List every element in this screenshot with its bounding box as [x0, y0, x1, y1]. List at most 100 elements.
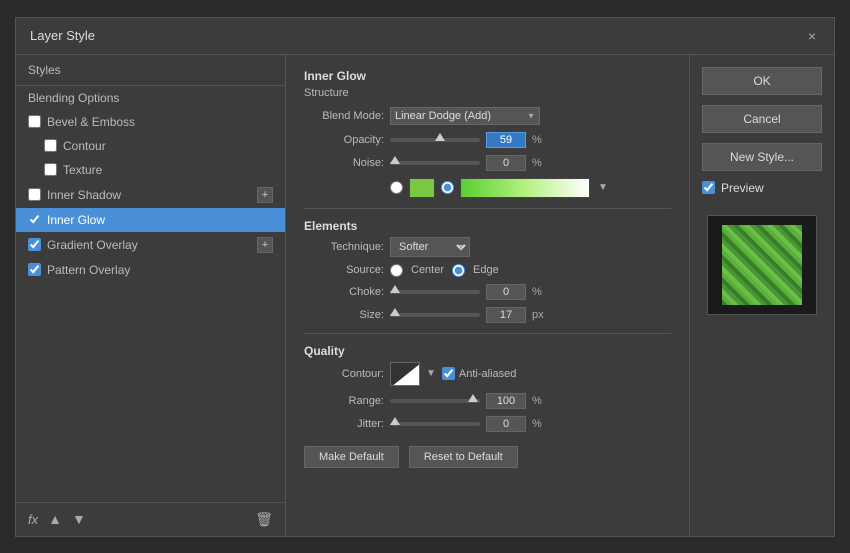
size-label: Size:: [304, 309, 384, 321]
layer-style-list: Blending Options Bevel & Emboss Contour: [16, 86, 285, 502]
noise-slider-track[interactable]: [390, 161, 480, 165]
color-radio[interactable]: [390, 181, 403, 194]
pattern-overlay-label: Pattern Overlay: [47, 263, 130, 277]
left-panel: Styles Blending Options Bevel & Emboss: [16, 55, 286, 536]
jitter-slider-thumb[interactable]: [390, 417, 400, 425]
choke-slider-thumb[interactable]: [390, 285, 400, 293]
inner-glow-checkbox[interactable]: [28, 213, 41, 226]
color-row: ▼: [304, 178, 671, 198]
blend-mode-select[interactable]: Linear Dodge (Add) Normal Multiply Scree…: [390, 107, 540, 125]
section-quality: Quality Contour: ▼ Anti-aliased: [304, 344, 671, 432]
noise-slider-thumb[interactable]: [390, 156, 400, 164]
range-slider-thumb[interactable]: [468, 394, 478, 402]
opacity-unit: %: [532, 134, 552, 146]
choke-input[interactable]: [486, 284, 526, 300]
middle-panel: Inner Glow Structure Blend Mode: Linear …: [286, 55, 689, 536]
anti-aliased-label: Anti-aliased: [442, 367, 516, 380]
section-elements: Elements Technique: Softer Precise Sourc…: [304, 219, 671, 323]
reset-default-button[interactable]: Reset to Default: [409, 446, 518, 468]
gradient-overlay-row: Gradient Overlay: [28, 238, 138, 252]
sidebar-item-inner-shadow[interactable]: Inner Shadow +: [16, 182, 285, 208]
move-up-icon[interactable]: ▲: [48, 511, 62, 527]
preview-checkbox[interactable]: [702, 181, 715, 194]
preview-box: [707, 215, 817, 315]
gradient-swatch[interactable]: [460, 178, 590, 198]
left-panel-footer: fx ▲ ▼ 🗑: [16, 502, 285, 536]
cancel-button[interactable]: Cancel: [702, 105, 822, 133]
range-slider-track[interactable]: [390, 399, 480, 403]
gradient-overlay-add-button[interactable]: +: [257, 237, 273, 253]
gradient-overlay-checkbox[interactable]: [28, 238, 41, 251]
opacity-slider-thumb[interactable]: [435, 133, 445, 141]
range-unit: %: [532, 395, 552, 407]
title-bar: Layer Style ×: [16, 18, 834, 55]
sidebar-item-texture[interactable]: Texture: [16, 158, 285, 182]
inner-glow-row: Inner Glow: [28, 213, 105, 227]
inner-shadow-checkbox[interactable]: [28, 188, 41, 201]
technique-row: Technique: Softer Precise: [304, 237, 671, 257]
preview-label: Preview: [721, 181, 764, 195]
color-swatch[interactable]: [409, 178, 435, 198]
inner-shadow-row: Inner Shadow: [28, 188, 121, 202]
gradient-arrow[interactable]: ▼: [598, 182, 608, 193]
technique-select[interactable]: Softer Precise: [390, 237, 470, 257]
size-input[interactable]: [486, 307, 526, 323]
jitter-unit: %: [532, 418, 552, 430]
source-center-radio[interactable]: [390, 264, 403, 277]
contour-preview[interactable]: [390, 362, 420, 386]
blend-mode-select-wrapper: Linear Dodge (Add) Normal Multiply Scree…: [390, 107, 540, 125]
anti-aliased-text: Anti-aliased: [459, 368, 516, 380]
sidebar-item-contour[interactable]: Contour: [16, 134, 285, 158]
blend-mode-row: Blend Mode: Linear Dodge (Add) Normal Mu…: [304, 107, 671, 125]
source-label: Source:: [304, 264, 384, 276]
move-down-icon[interactable]: ▼: [72, 511, 86, 527]
source-edge-label: Edge: [473, 264, 499, 276]
contour-dropdown-arrow[interactable]: ▼: [426, 368, 436, 379]
bevel-emboss-checkbox[interactable]: [28, 115, 41, 128]
source-edge-radio[interactable]: [452, 264, 465, 277]
anti-aliased-checkbox[interactable]: [442, 367, 455, 380]
technique-label: Technique:: [304, 241, 384, 253]
opacity-row: Opacity: %: [304, 132, 671, 148]
ok-button[interactable]: OK: [702, 67, 822, 95]
preview-row: Preview: [702, 181, 822, 195]
inner-shadow-add-button[interactable]: +: [257, 187, 273, 203]
contour-row-quality: Contour: ▼ Anti-aliased: [304, 362, 671, 386]
noise-unit: %: [532, 157, 552, 169]
delete-icon[interactable]: 🗑: [255, 511, 273, 528]
size-slider-thumb[interactable]: [390, 308, 400, 316]
close-button[interactable]: ×: [804, 28, 820, 44]
noise-input[interactable]: [486, 155, 526, 171]
fx-icon: fx: [28, 512, 38, 527]
opacity-slider-track[interactable]: [390, 138, 480, 142]
inner-glow-label: Inner Glow: [47, 213, 105, 227]
size-unit: px: [532, 309, 552, 321]
make-default-button[interactable]: Make Default: [304, 446, 399, 468]
jitter-slider-track[interactable]: [390, 422, 480, 426]
texture-row: Texture: [44, 163, 102, 177]
range-input[interactable]: [486, 393, 526, 409]
size-slider-track[interactable]: [390, 313, 480, 317]
opacity-input[interactable]: [486, 132, 526, 148]
new-style-button[interactable]: New Style...: [702, 143, 822, 171]
sidebar-item-inner-glow[interactable]: Inner Glow: [16, 208, 285, 232]
jitter-row: Jitter: %: [304, 416, 671, 432]
section-inner-glow: Inner Glow Structure Blend Mode: Linear …: [304, 69, 671, 198]
jitter-input[interactable]: [486, 416, 526, 432]
sidebar-item-blending-options[interactable]: Blending Options: [16, 86, 285, 110]
gradient-radio[interactable]: [441, 181, 454, 194]
pattern-overlay-checkbox[interactable]: [28, 263, 41, 276]
bevel-emboss-row: Bevel & Emboss: [28, 115, 135, 129]
range-row: Range: %: [304, 393, 671, 409]
contour-label: Contour: [63, 139, 106, 153]
size-row: Size: px: [304, 307, 671, 323]
divider-quality: [304, 333, 671, 334]
section-title: Inner Glow: [304, 69, 671, 83]
sidebar-item-gradient-overlay[interactable]: Gradient Overlay +: [16, 232, 285, 258]
styles-header: Styles: [16, 55, 285, 86]
sidebar-item-bevel-emboss[interactable]: Bevel & Emboss: [16, 110, 285, 134]
choke-slider-track[interactable]: [390, 290, 480, 294]
sidebar-item-pattern-overlay[interactable]: Pattern Overlay: [16, 258, 285, 282]
contour-checkbox[interactable]: [44, 139, 57, 152]
texture-checkbox[interactable]: [44, 163, 57, 176]
